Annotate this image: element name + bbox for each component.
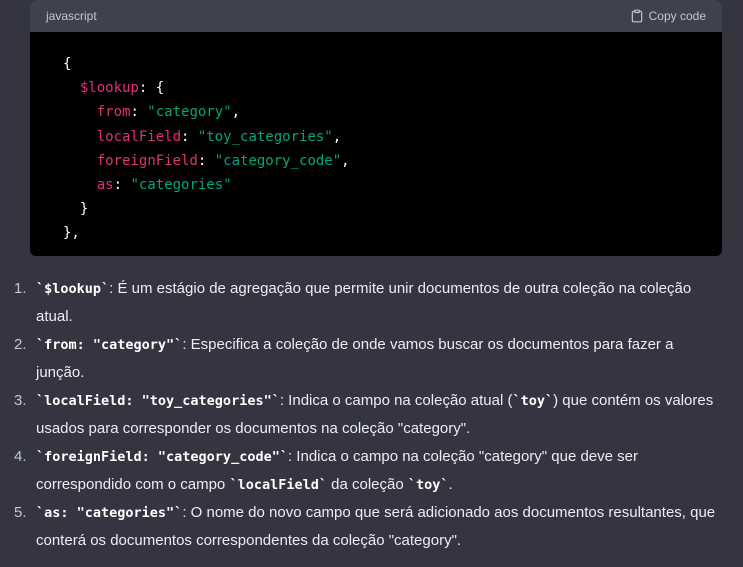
inline-code: `toy` [407, 477, 449, 493]
inline-code: `from: "category"` [36, 337, 183, 353]
copy-code-label: Copy code [648, 9, 706, 23]
code-token: , [332, 128, 342, 145]
list-item: 3. `localField: "toy_categories"`: Indica… [0, 387, 743, 443]
list-item: 5. `as: "categories"`: O nome do novo cam… [0, 499, 743, 555]
list-item-text: : É um estágio de agregação que permite … [36, 280, 692, 325]
code-token: : [130, 104, 148, 121]
inline-code: `$lookup` [36, 281, 110, 297]
clipboard-icon [630, 9, 644, 23]
explanation-list: 1. `$lookup`: É um estágio de agregação q… [0, 275, 743, 555]
code-line: $lookup: { [63, 76, 722, 100]
code-line: }, [63, 221, 722, 245]
code-token: "category" [147, 104, 232, 121]
inline-code: `foreignField: "category_code"` [36, 449, 288, 465]
code-line: as: "categories" [63, 173, 722, 197]
code-token: $lookup [79, 80, 139, 97]
code-line: { [63, 52, 722, 76]
copy-code-button[interactable]: Copy code [630, 9, 706, 23]
inline-code: `localField: "toy_categories"` [36, 393, 280, 409]
code-line: localField: "toy_categories", [63, 125, 722, 149]
code-token: "category_code" [214, 152, 342, 169]
code-content[interactable]: { $lookup: { from: "category", localFiel… [30, 32, 722, 256]
code-language-label: javascript [46, 9, 97, 23]
inline-code: `as: "categories"` [36, 505, 183, 521]
code-token: : { [138, 80, 165, 97]
code-token: "toy_categories" [197, 128, 333, 145]
code-token: : [197, 152, 215, 169]
code-token: }, [63, 225, 80, 242]
code-token: : [181, 128, 198, 145]
list-item-text: : Indica o campo na coleção atual ( [279, 392, 513, 409]
list-item: 1. `$lookup`: É um estágio de agregação q… [0, 275, 743, 331]
code-token: "categories" [130, 177, 232, 194]
list-item-text: . [448, 476, 453, 493]
inline-code: `localField` [229, 477, 327, 493]
code-token: { [63, 56, 72, 72]
code-line: } [63, 197, 722, 221]
list-item-text: da coleção [326, 476, 408, 493]
list-item-number: 1. [14, 280, 27, 297]
code-token: foreignField [96, 152, 198, 169]
list-item: 2. `from: "category"`: Especifica a coleç… [0, 331, 743, 387]
list-item-number: 4. [14, 448, 27, 465]
code-token: , [231, 104, 241, 121]
code-token: , [341, 152, 350, 169]
code-token: : [113, 177, 131, 194]
code-token: from [96, 104, 131, 121]
code-token: localField [96, 128, 182, 145]
code-token: as [96, 177, 114, 194]
list-item-number: 2. [14, 336, 27, 353]
code-line: foreignField: "category_code", [63, 149, 722, 173]
list-item-number: 3. [14, 392, 27, 409]
code-block: javascript Copy code { $lookup: { from: … [30, 0, 722, 256]
inline-code: `toy` [512, 393, 554, 409]
list-item: 4. `foreignField: "category_code"`: Indic… [0, 443, 743, 499]
list-item-number: 5. [14, 504, 27, 521]
code-header: javascript Copy code [30, 0, 722, 32]
code-token: } [63, 201, 89, 218]
code-line: from: "category", [63, 100, 722, 124]
